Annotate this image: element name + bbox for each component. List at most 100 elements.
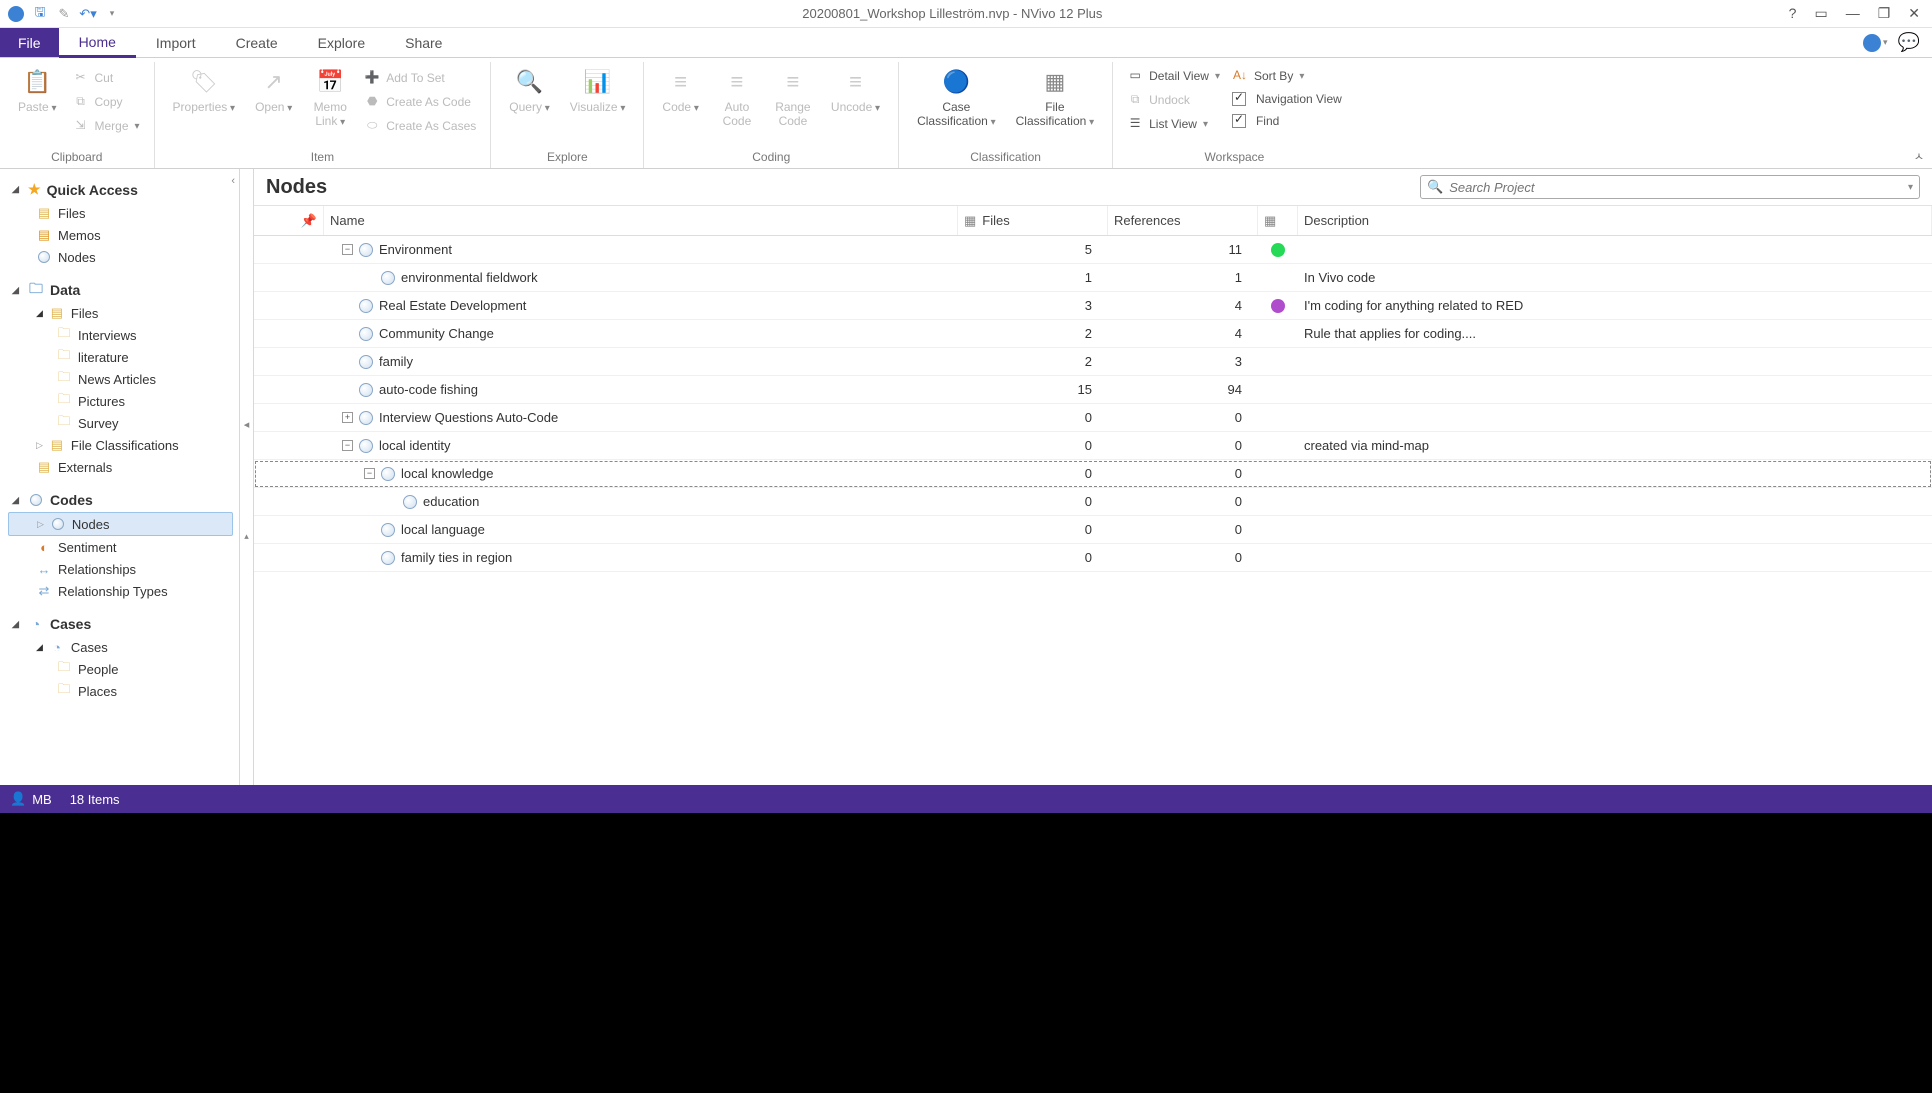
minimize-icon[interactable]: —: [1846, 5, 1860, 22]
tab-share[interactable]: Share: [385, 28, 462, 57]
nav-item-data-files[interactable]: ◢▤Files: [8, 302, 239, 324]
search-input[interactable]: [1449, 180, 1908, 195]
nav-view-checkbox[interactable]: [1232, 92, 1246, 106]
tab-create[interactable]: Create: [216, 28, 298, 57]
save-icon[interactable]: 🖫: [32, 6, 48, 22]
search-dropdown-icon[interactable]: ▾: [1908, 182, 1913, 193]
edit-icon[interactable]: ✎: [56, 6, 72, 22]
nav-item-sentiment[interactable]: ◐Sentiment: [8, 536, 239, 558]
file-classification-button[interactable]: ▦File Classification: [1008, 64, 1103, 132]
status-user[interactable]: 👤MB: [10, 791, 52, 807]
memo-link-button[interactable]: 📅Memo Link: [304, 64, 356, 132]
nav-head-codes[interactable]: ◢Codes: [8, 488, 239, 512]
col-pin[interactable]: 📌: [254, 206, 324, 235]
help-icon[interactable]: ?: [1789, 5, 1797, 22]
nav-item-places[interactable]: 🗀Places: [8, 680, 239, 702]
expander-icon[interactable]: −: [342, 244, 353, 255]
col-color[interactable]: ▦: [1258, 206, 1298, 235]
nav-item-file-classifications[interactable]: ▷▤File Classifications: [8, 434, 239, 456]
grid-row[interactable]: auto-code fishing1594: [254, 376, 1932, 404]
customize-qa-icon[interactable]: ▾: [104, 6, 120, 22]
grid-row[interactable]: family23: [254, 348, 1932, 376]
grid-row[interactable]: +Interview Questions Auto-Code00: [254, 404, 1932, 432]
create-as-cases-button[interactable]: ⬭Create As Cases: [360, 116, 480, 136]
expander-icon[interactable]: −: [364, 468, 375, 479]
folder-icon: 🗀: [56, 415, 72, 431]
tab-file[interactable]: File: [0, 28, 59, 57]
tab-home[interactable]: Home: [59, 28, 136, 58]
range-code-button[interactable]: ≡Range Code: [767, 64, 819, 130]
tab-explore[interactable]: Explore: [298, 28, 385, 57]
collapse-ribbon-icon[interactable]: ㅅ: [1914, 148, 1924, 164]
nav-item-memos[interactable]: ▤Memos: [8, 224, 239, 246]
maximize-icon[interactable]: ❐: [1878, 5, 1891, 22]
grid-row[interactable]: Real Estate Development34I'm coding for …: [254, 292, 1932, 320]
expander-icon[interactable]: −: [342, 440, 353, 451]
node-name: auto-code fishing: [379, 382, 478, 397]
nav-item-relationships[interactable]: ↔Relationships: [8, 558, 239, 580]
find-checkbox[interactable]: [1232, 114, 1246, 128]
close-icon[interactable]: ✕: [1908, 5, 1920, 22]
feedback-icon[interactable]: 💬: [1898, 32, 1920, 53]
nav-item-literature[interactable]: 🗀literature: [8, 346, 239, 368]
nav-item-interviews[interactable]: 🗀Interviews: [8, 324, 239, 346]
nav-item-people[interactable]: 🗀People: [8, 658, 239, 680]
collapse-nav-icon[interactable]: ‹: [231, 175, 235, 187]
grid-row[interactable]: environmental fieldwork11In Vivo code: [254, 264, 1932, 292]
visualize-button[interactable]: 📊Visualize: [562, 64, 634, 118]
scroll-up-icon[interactable]: ▴: [244, 531, 249, 542]
nav-head-quick-access[interactable]: ◢★Quick Access: [8, 177, 239, 202]
grid-row[interactable]: Community Change24Rule that applies for …: [254, 320, 1932, 348]
grid-row[interactable]: −local identity00created via mind-map: [254, 432, 1932, 460]
case-class-icon: 🔵: [940, 66, 972, 98]
col-desc[interactable]: Description: [1298, 206, 1932, 235]
list-view-button[interactable]: ☰List View: [1123, 114, 1224, 134]
splitter-left-icon[interactable]: ◂: [244, 418, 250, 431]
detail-view-button[interactable]: ▭Detail View: [1123, 66, 1224, 86]
code-button[interactable]: ≡Code: [654, 64, 707, 118]
nav-item-rel-types[interactable]: ⇄Relationship Types: [8, 580, 239, 602]
nav-item-nodes-qa[interactable]: Nodes: [8, 246, 239, 268]
sort-by-button[interactable]: A↓Sort By: [1228, 66, 1346, 86]
nav-item-files[interactable]: ▤Files: [8, 202, 239, 224]
tab-import[interactable]: Import: [136, 28, 216, 57]
auto-code-button[interactable]: ≡Auto Code: [711, 64, 763, 130]
add-to-set-button[interactable]: ➕Add To Set: [360, 68, 480, 88]
grid-row[interactable]: education00: [254, 488, 1932, 516]
copy-button[interactable]: ⧉Copy: [69, 92, 144, 112]
find-toggle[interactable]: Find: [1228, 112, 1346, 130]
navigation-view-toggle[interactable]: Navigation View: [1228, 90, 1346, 108]
nav-item-pictures[interactable]: 🗀Pictures: [8, 390, 239, 412]
open-button[interactable]: ↗Open: [247, 64, 300, 118]
col-refs[interactable]: References: [1108, 206, 1258, 235]
query-button[interactable]: 🔍Query: [501, 64, 558, 118]
nav-item-survey[interactable]: 🗀Survey: [8, 412, 239, 434]
expander-icon[interactable]: +: [342, 412, 353, 423]
create-as-code-button[interactable]: ⬣Create As Code: [360, 92, 480, 112]
cut-button[interactable]: ✂Cut: [69, 68, 144, 88]
nav-item-nodes[interactable]: ▷Nodes: [8, 512, 233, 536]
paste-button[interactable]: 📋 Paste: [10, 64, 65, 118]
grid-row[interactable]: −local knowledge00: [254, 460, 1932, 488]
merge-button[interactable]: ⇲Merge: [69, 116, 144, 136]
col-files[interactable]: ▦Files: [958, 206, 1108, 235]
undo-icon[interactable]: ↶▾: [80, 6, 96, 22]
nav-head-data[interactable]: ◢🗀Data: [8, 278, 239, 302]
case-classification-button[interactable]: 🔵Case Classification: [909, 64, 1004, 132]
splitter[interactable]: ◂ ▴: [240, 169, 254, 785]
paste-icon: 📋: [21, 66, 53, 98]
search-box[interactable]: 🔍 ▾: [1420, 175, 1920, 199]
undock-button[interactable]: ⧉Undock: [1123, 90, 1224, 110]
properties-button[interactable]: 🏷Properties: [165, 64, 244, 118]
col-name[interactable]: Name: [324, 206, 958, 235]
grid-row[interactable]: local language00: [254, 516, 1932, 544]
ribbon-display-icon[interactable]: ▭: [1814, 5, 1827, 22]
grid-row[interactable]: −Environment511: [254, 236, 1932, 264]
uncode-button[interactable]: ≡Uncode: [823, 64, 888, 118]
nav-item-news[interactable]: 🗀News Articles: [8, 368, 239, 390]
nav-item-externals[interactable]: ▤Externals: [8, 456, 239, 478]
nav-head-cases[interactable]: ◢◔Cases: [8, 612, 239, 636]
grid-row[interactable]: family ties in region00: [254, 544, 1932, 572]
nav-item-cases[interactable]: ◢◔Cases: [8, 636, 239, 658]
globe-dropdown-icon[interactable]: ▾: [1863, 34, 1888, 52]
